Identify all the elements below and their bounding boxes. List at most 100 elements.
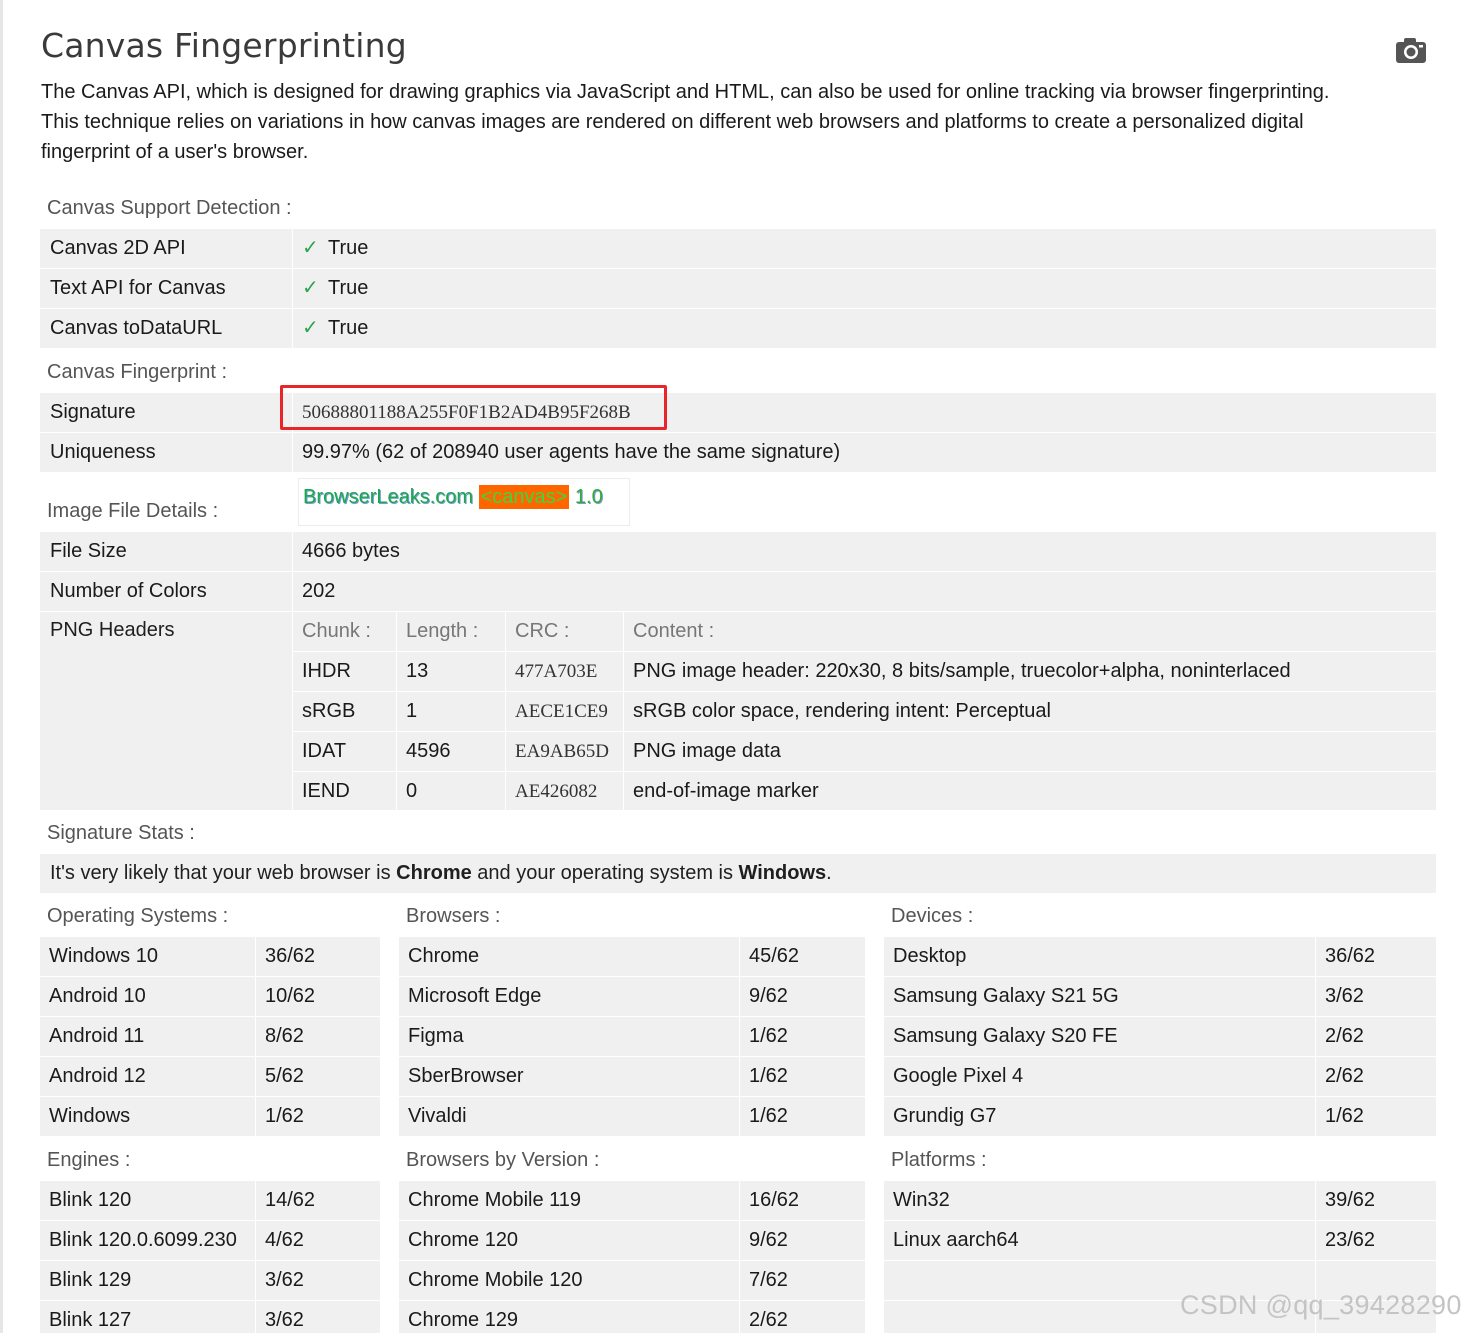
- os-row-count: 1/62: [256, 1097, 380, 1136]
- stats-text: .: [826, 862, 832, 884]
- row-label: Number of Colors: [40, 572, 292, 611]
- engines-row-name: Blink 120.0.6099.230: [40, 1221, 255, 1260]
- watermark: CSDN @qq_39428290: [1180, 1290, 1462, 1320]
- row-todataurl: Canvas toDataURL ✓ True: [40, 309, 1436, 349]
- stats-summary: It's very likely that your web browser i…: [40, 854, 1436, 893]
- devices-row-count: 36/62: [1316, 937, 1436, 976]
- versions-row-name: Chrome Mobile 119: [399, 1181, 739, 1220]
- platforms-table-title: Platforms :: [891, 1149, 987, 1171]
- devices-table-title: Devices :: [891, 905, 974, 927]
- camera-icon[interactable]: [1395, 36, 1427, 64]
- os-row-name: Android 12: [40, 1057, 255, 1096]
- engines-row-count: 4/62: [256, 1221, 380, 1260]
- value-text: True: [328, 277, 369, 299]
- file-size-value: 4666 bytes: [293, 532, 1436, 571]
- engines-table-title: Engines :: [47, 1149, 131, 1171]
- check-icon: ✓: [302, 277, 319, 299]
- table-cell: IEND: [293, 772, 396, 810]
- versions-row-count: 9/62: [740, 1221, 865, 1260]
- platforms-row-count: 23/62: [1316, 1221, 1436, 1260]
- stats-section-title: Signature Stats :: [47, 822, 195, 844]
- row-value: ✓ True: [293, 309, 1436, 348]
- engines-row-name: Blink 120: [40, 1181, 255, 1220]
- browsers-table-title: Browsers :: [406, 905, 501, 927]
- devices-row-name: Samsung Galaxy S21 5G: [884, 977, 1315, 1016]
- colors-value: 202: [293, 572, 1436, 611]
- table-cell: PNG image data: [624, 732, 1436, 771]
- browsers-row-count: 1/62: [740, 1017, 865, 1056]
- row-label: Text API for Canvas: [40, 269, 292, 308]
- row-canvas-2d-api: Canvas 2D API ✓ True: [40, 229, 1436, 269]
- row-file-size: File Size 4666 bytes: [40, 532, 1436, 572]
- row-label: Uniqueness: [40, 433, 292, 472]
- browsers-row-count: 45/62: [740, 937, 865, 976]
- table-cell: IDAT: [293, 732, 396, 771]
- versions-row-name: Chrome 129: [399, 1301, 739, 1333]
- column-header: Chunk :: [293, 612, 396, 651]
- intro-line: fingerprint of a user's browser.: [41, 141, 309, 163]
- os-row-count: 5/62: [256, 1057, 380, 1096]
- os-row-name: Windows 10: [40, 937, 255, 976]
- table-cell: AECE1CE9: [506, 692, 623, 731]
- browsers-row-name: Figma: [399, 1017, 739, 1056]
- column-header: CRC :: [506, 612, 623, 651]
- browsers-row-count: 1/62: [740, 1097, 865, 1136]
- intro-text: The Canvas API, which is designed for dr…: [41, 77, 1431, 167]
- intro-line: This technique relies on variations in h…: [41, 111, 1304, 133]
- devices-row-name: Grundig G7: [884, 1097, 1315, 1136]
- browsers-row-name: SberBrowser: [399, 1057, 739, 1096]
- image-section-title: Image File Details :: [47, 500, 219, 522]
- platforms-row-name: Linux aarch64: [884, 1221, 1315, 1260]
- browsers-row-count: 9/62: [740, 977, 865, 1016]
- devices-row-count: 3/62: [1316, 977, 1436, 1016]
- table-cell: sRGB color space, rendering intent: Perc…: [624, 692, 1436, 731]
- intro-line: The Canvas API, which is designed for dr…: [41, 81, 1330, 103]
- row-signature: Signature 50688801188A255F0F1B2AD4B95F26…: [40, 393, 1436, 433]
- os-row-name: Android 11: [40, 1017, 255, 1056]
- canvas-brand-text: BrowserLeaks.com: [303, 486, 474, 508]
- stats-os: Windows: [738, 862, 827, 884]
- check-icon: ✓: [302, 237, 319, 259]
- row-uniqueness: Uniqueness 99.97% (62 of 208940 user age…: [40, 433, 1436, 473]
- engines-row-count: 14/62: [256, 1181, 380, 1220]
- table-cell: 13: [397, 652, 505, 691]
- platforms-row-name: Win32: [884, 1181, 1315, 1220]
- canvas-version-text: 1.0: [574, 486, 603, 508]
- row-text-api: Text API for Canvas ✓ True: [40, 269, 1436, 309]
- versions-row-name: Chrome 120: [399, 1221, 739, 1260]
- devices-row-name: Desktop: [884, 937, 1315, 976]
- row-label: File Size: [40, 532, 292, 571]
- row-label: Signature: [40, 393, 292, 432]
- png-headers-table: PNG Headers Chunk : Length : CRC : Conte…: [40, 612, 1436, 810]
- engines-row-count: 3/62: [256, 1261, 380, 1300]
- row-value: ✓ True: [293, 269, 1436, 308]
- row-label: PNG Headers: [40, 612, 292, 810]
- row-label: Canvas toDataURL: [40, 309, 292, 348]
- table-cell: 0: [397, 772, 505, 810]
- signature-highlight-box: [280, 385, 667, 430]
- devices-row-count: 1/62: [1316, 1097, 1436, 1136]
- engines-row-count: 3/62: [256, 1301, 380, 1333]
- devices-row-name: Google Pixel 4: [884, 1057, 1315, 1096]
- row-colors: Number of Colors 202: [40, 572, 1436, 612]
- versions-row-count: 16/62: [740, 1181, 865, 1220]
- versions-row-name: Chrome Mobile 120: [399, 1261, 739, 1300]
- table-cell: 1: [397, 692, 505, 731]
- row-label: Canvas 2D API: [40, 229, 292, 268]
- os-row-name: Windows: [40, 1097, 255, 1136]
- table-cell: AE426082: [506, 772, 623, 810]
- uniqueness-value: 99.97% (62 of 208940 user agents have th…: [293, 433, 1436, 472]
- versions-table-title: Browsers by Version :: [406, 1149, 600, 1171]
- versions-row-count: 2/62: [740, 1301, 865, 1333]
- table-cell: 477A703E: [506, 652, 623, 691]
- os-table-title: Operating Systems :: [47, 905, 229, 927]
- table-cell: end-of-image marker: [624, 772, 1436, 810]
- left-border: [0, 0, 3, 1333]
- os-row-count: 8/62: [256, 1017, 380, 1056]
- value-text: True: [328, 237, 369, 259]
- page-title: Canvas Fingerprinting: [41, 26, 407, 65]
- devices-row-count: 2/62: [1316, 1017, 1436, 1056]
- support-section-title: Canvas Support Detection :: [47, 197, 292, 219]
- table-cell: 4596: [397, 732, 505, 771]
- devices-row-name: Samsung Galaxy S20 FE: [884, 1017, 1315, 1056]
